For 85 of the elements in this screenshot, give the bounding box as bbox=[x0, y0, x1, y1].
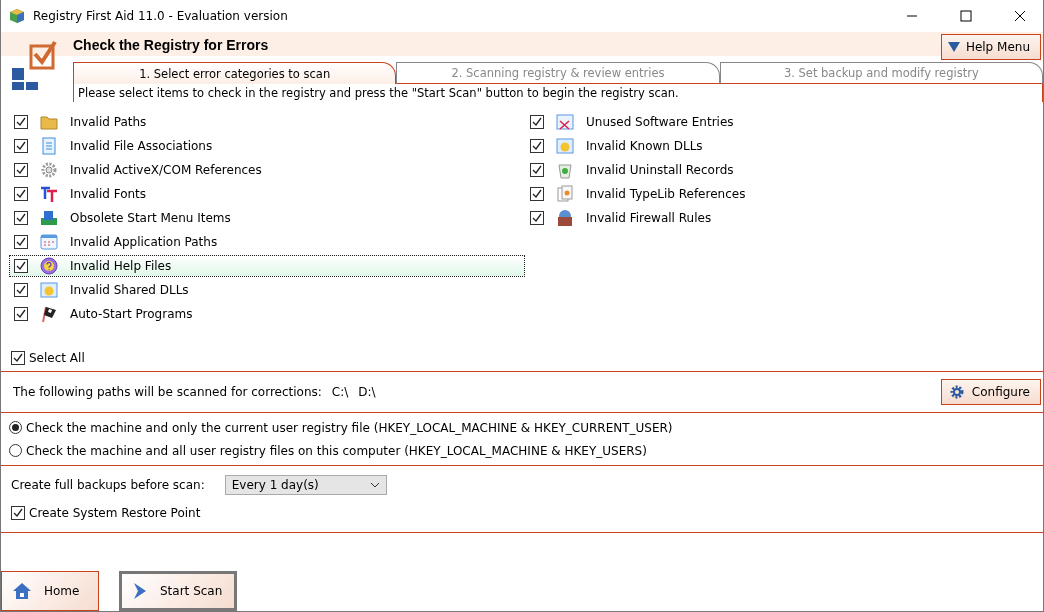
radio-label: Check the machine and all user registry files on this computer (HKEY_LOCAL_MACHINE & HKEY_USERS) bbox=[26, 443, 647, 458]
chevron-down-icon bbox=[369, 482, 380, 488]
category-label: Invalid Fonts bbox=[70, 187, 147, 201]
font-icon bbox=[40, 185, 58, 203]
category-label: Invalid Help Files bbox=[70, 259, 172, 273]
gear-icon bbox=[40, 161, 58, 179]
checkbox[interactable] bbox=[14, 259, 28, 273]
checkbox[interactable] bbox=[14, 235, 28, 249]
checkbox[interactable] bbox=[530, 139, 544, 153]
checkbox[interactable] bbox=[530, 211, 544, 225]
list-item[interactable]: Obsolete Start Menu Items bbox=[9, 207, 525, 229]
page-heading: Check the Registry for Errors bbox=[73, 37, 269, 53]
flag-icon bbox=[40, 305, 58, 323]
drive-path: C:\ bbox=[331, 385, 349, 399]
help-menu-button[interactable]: Help Menu bbox=[940, 34, 1041, 60]
backup-dropdown[interactable]: Every 1 day(s) bbox=[224, 475, 387, 495]
select-all-label: Select All bbox=[29, 351, 85, 365]
list-item[interactable]: Invalid Paths bbox=[9, 111, 525, 133]
checkbox[interactable] bbox=[14, 187, 28, 201]
category-label: Invalid Application Paths bbox=[70, 235, 218, 249]
checkbox[interactable] bbox=[14, 307, 28, 321]
list-item[interactable]: Unused Software Entries bbox=[525, 111, 825, 133]
question-mark-icon bbox=[40, 257, 58, 275]
category-label: Obsolete Start Menu Items bbox=[70, 211, 231, 225]
category-label: Invalid Shared DLLs bbox=[70, 283, 189, 297]
list-item[interactable]: Auto-Start Programs bbox=[9, 303, 525, 325]
caret-icon bbox=[947, 42, 960, 52]
list-item[interactable]: Invalid Uninstall Records bbox=[525, 159, 825, 181]
checkbox[interactable] bbox=[11, 506, 25, 520]
list-item[interactable]: Invalid File Associations bbox=[9, 135, 525, 157]
category-label: Invalid File Associations bbox=[70, 139, 213, 153]
list-item[interactable]: Invalid TypeLib References bbox=[525, 183, 825, 205]
step-tab[interactable]: 2. Scanning registry & review entries bbox=[396, 62, 720, 84]
list-item[interactable]: Invalid Firewall Rules bbox=[525, 207, 825, 229]
list-item[interactable]: Invalid Shared DLLs bbox=[9, 279, 525, 301]
configure-button[interactable]: Configure bbox=[940, 379, 1041, 405]
checkbox[interactable] bbox=[14, 139, 28, 153]
selected-list-item[interactable]: Invalid Help Files bbox=[9, 255, 525, 277]
start-scan-button[interactable]: Start Scan bbox=[119, 571, 237, 611]
checkbox[interactable] bbox=[14, 283, 28, 297]
chevron-right-icon bbox=[132, 582, 148, 600]
instruction-text: Please select items to check in the registry and press the "Start Scan" button to begin the registry scan. bbox=[73, 84, 1043, 102]
category-label: Invalid Known DLLs bbox=[586, 139, 703, 153]
category-label: Unused Software Entries bbox=[586, 115, 734, 129]
start-menu-icon bbox=[40, 209, 58, 227]
checkbox[interactable] bbox=[14, 211, 28, 225]
backup-label: Create full backups before scan: bbox=[11, 478, 205, 492]
list-item[interactable]: Invalid Known DLLs bbox=[525, 135, 825, 157]
category-label: Invalid Firewall Rules bbox=[586, 211, 712, 225]
globe-wall-icon bbox=[556, 209, 574, 227]
category-label: Auto-Start Programs bbox=[70, 307, 193, 321]
app-window-icon bbox=[40, 233, 58, 251]
window-cross-icon bbox=[556, 113, 574, 131]
list-item[interactable]: Invalid ActiveX/COM References bbox=[9, 159, 525, 181]
category-label: Invalid Uninstall Records bbox=[586, 163, 734, 177]
radio-label: Check the machine and only the current user registry file (HKEY_LOCAL_MACHINE & HKEY_CURRENT_USER) bbox=[26, 420, 673, 435]
paths-label: The following paths will be scanned for corrections: bbox=[13, 385, 322, 399]
category-label: Invalid TypeLib References bbox=[586, 187, 746, 201]
gear-icon bbox=[949, 385, 964, 399]
step-tab[interactable]: 3. Set backup and modify registry bbox=[719, 62, 1043, 84]
recycle-bin-icon bbox=[556, 161, 574, 179]
app-cube-icon bbox=[9, 8, 25, 24]
smiley-window-icon bbox=[556, 137, 574, 155]
close-icon bbox=[1014, 10, 1026, 22]
step-tab[interactable]: 1. Select error categories to scan bbox=[73, 62, 397, 84]
checkbox[interactable] bbox=[530, 187, 544, 201]
category-label: Invalid ActiveX/COM References bbox=[70, 163, 262, 177]
checkbox[interactable] bbox=[14, 163, 28, 177]
window-title: Registry First Aid 11.0 - Evaluation version bbox=[33, 9, 289, 23]
drive-path: D:\ bbox=[358, 385, 376, 399]
checkbox[interactable] bbox=[530, 115, 544, 129]
list-item[interactable]: Invalid Fonts bbox=[9, 183, 525, 205]
checkbox[interactable] bbox=[11, 351, 25, 365]
documents-icon bbox=[556, 185, 574, 203]
checkbox[interactable] bbox=[530, 163, 544, 177]
list-item[interactable]: Invalid Application Paths bbox=[9, 231, 525, 253]
home-button[interactable]: Home bbox=[1, 571, 99, 611]
checkbox[interactable] bbox=[14, 115, 28, 129]
house-icon bbox=[12, 582, 32, 600]
folder-icon bbox=[40, 113, 58, 131]
restore-point-label: Create System Restore Point bbox=[29, 506, 201, 520]
maximize-icon bbox=[960, 10, 972, 22]
document-icon bbox=[40, 137, 58, 155]
smiley-window-icon bbox=[40, 281, 58, 299]
category-label: Invalid Paths bbox=[70, 115, 147, 129]
